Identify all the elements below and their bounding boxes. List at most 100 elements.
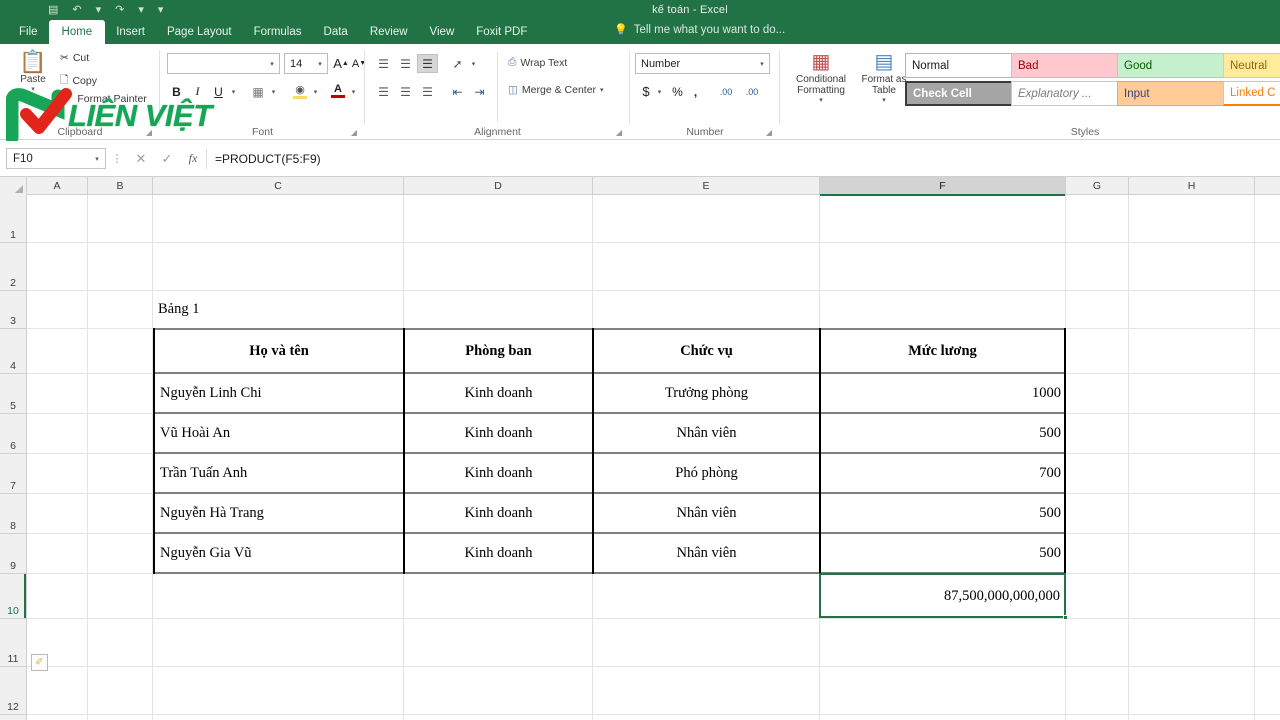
format-painter-button[interactable]: 🖌 Format Painter [60, 92, 147, 106]
merge-center-button[interactable]: ◫ Merge & Center ▾ [508, 84, 604, 96]
cell-d6-dept[interactable]: Kinh doanh [405, 414, 592, 452]
column-header-a[interactable]: A [27, 177, 88, 195]
tab-file[interactable]: File [8, 21, 49, 44]
font-dialog-launcher[interactable]: ◢ [351, 128, 357, 137]
italic-button[interactable]: I [188, 82, 207, 101]
cell-f9-salary[interactable]: 500 [821, 534, 1064, 572]
tab-data[interactable]: Data [313, 21, 359, 44]
increase-decimal-button[interactable]: .00 [714, 82, 738, 101]
style-linked-cell[interactable]: Linked C [1223, 81, 1280, 106]
style-explanatory[interactable]: Explanatory ... [1011, 81, 1124, 106]
conditional-formatting-button[interactable]: ▦ Conditional Formatting ▾ [790, 50, 852, 104]
select-all-corner[interactable] [0, 177, 27, 195]
tab-insert[interactable]: Insert [105, 21, 156, 44]
font-name-combo[interactable]: ▾ [167, 53, 280, 74]
style-good[interactable]: Good [1117, 53, 1230, 78]
tab-home[interactable]: Home [48, 20, 106, 44]
fill-color-button[interactable]: ◉ [290, 80, 310, 101]
name-box[interactable]: F10 ▾ [6, 148, 106, 169]
align-right-button[interactable]: ☰ [417, 82, 438, 101]
column-header-g[interactable]: G [1066, 177, 1129, 195]
column-header-f[interactable]: F [820, 177, 1066, 196]
cell-e7-position[interactable]: Phó phòng [594, 454, 819, 492]
style-input[interactable]: Input [1117, 81, 1230, 106]
formula-input[interactable]: =PRODUCT(F5:F9) [207, 148, 1280, 170]
row-header-6[interactable]: 6 [0, 414, 27, 454]
row-header-5[interactable]: 5 [0, 374, 27, 414]
align-top-button[interactable]: ☰ [373, 54, 394, 73]
cell-c3-table-title[interactable]: Bảng 1 [153, 291, 403, 328]
align-middle-button[interactable]: ☰ [395, 54, 416, 73]
cell-f6-salary[interactable]: 500 [821, 414, 1064, 452]
row-header-11[interactable]: 11 [0, 619, 27, 667]
cell-e9-position[interactable]: Nhân viên [594, 534, 819, 572]
cell-d5-dept[interactable]: Kinh doanh [405, 374, 592, 412]
cell-f8-salary[interactable]: 500 [821, 494, 1064, 532]
cell-f7-salary[interactable]: 700 [821, 454, 1064, 492]
cell-e4-header-position[interactable]: Chức vụ [594, 330, 819, 372]
orientation-button[interactable]: ➚ [447, 54, 468, 73]
cell-d4-header-dept[interactable]: Phòng ban [405, 330, 592, 372]
style-neutral[interactable]: Neutral [1223, 53, 1280, 78]
chevron-down-icon[interactable]: ▾ [89, 155, 105, 163]
cell-d8-dept[interactable]: Kinh doanh [405, 494, 592, 532]
alignment-dialog-launcher[interactable]: ◢ [616, 128, 622, 137]
style-normal[interactable]: Normal [905, 53, 1018, 78]
cell-e6-position[interactable]: Nhân viên [594, 414, 819, 452]
clipboard-dialog-launcher[interactable]: ◢ [146, 128, 152, 137]
row-header-2[interactable]: 2 [0, 243, 27, 291]
font-color-caret[interactable]: ▾ [348, 82, 359, 101]
orientation-caret[interactable]: ▾ [468, 54, 479, 73]
align-bottom-button[interactable]: ☰ [417, 54, 438, 73]
cell-d7-dept[interactable]: Kinh doanh [405, 454, 592, 492]
cell-c5-name[interactable]: Nguyễn Linh Chi [155, 374, 403, 412]
currency-format-button[interactable]: $ [638, 82, 654, 101]
bold-button[interactable]: B [167, 82, 186, 101]
underline-caret[interactable]: ▾ [228, 82, 239, 101]
cell-e8-position[interactable]: Nhân viên [594, 494, 819, 532]
chevron-down-icon[interactable]: ▾ [600, 86, 604, 94]
insert-function-button[interactable]: fx [180, 151, 206, 166]
column-header-h[interactable]: H [1129, 177, 1255, 195]
number-format-combo[interactable]: Number ▾ [635, 53, 770, 74]
font-size-combo[interactable]: 14 ▾ [284, 53, 328, 74]
chevron-down-icon[interactable]: ▾ [790, 96, 852, 104]
cell-c6-name[interactable]: Vũ Hoài An [155, 414, 403, 452]
row-header-3[interactable]: 3 [0, 291, 27, 329]
cell-c7-name[interactable]: Trần Tuấn Anh [155, 454, 403, 492]
cell-c9-name[interactable]: Nguyễn Gia Vũ [155, 534, 403, 572]
cell-e5-position[interactable]: Trưởng phòng [594, 374, 819, 412]
underline-button[interactable]: U [209, 82, 228, 101]
wrap-text-button[interactable]: ⎙ Wrap Text [508, 56, 567, 69]
confirm-entry-button[interactable]: ✓ [154, 151, 180, 167]
paste-options-icon[interactable]: ✐ [31, 654, 48, 671]
fill-handle[interactable] [1063, 615, 1068, 620]
decrease-indent-button[interactable]: ⇤ [447, 82, 468, 101]
row-header-7[interactable]: 7 [0, 454, 27, 494]
increase-font-size-button[interactable]: A ▲ [332, 53, 350, 74]
font-color-button[interactable]: A [328, 80, 348, 101]
borders-button[interactable]: ▦ [248, 82, 268, 101]
increase-indent-button[interactable]: ⇥ [469, 82, 490, 101]
column-header-e[interactable]: E [593, 177, 820, 195]
tab-foxit-pdf[interactable]: Foxit PDF [465, 21, 538, 44]
tab-formulas[interactable]: Formulas [243, 21, 313, 44]
align-left-button[interactable]: ☰ [373, 82, 394, 101]
tell-me-box[interactable]: 💡 Tell me what you want to do... [614, 23, 785, 37]
number-dialog-launcher[interactable]: ◢ [766, 128, 772, 137]
tab-page-layout[interactable]: Page Layout [156, 21, 243, 44]
row-header-8[interactable]: 8 [0, 494, 27, 534]
row-header-10[interactable]: 10 [0, 574, 27, 619]
row-header-1[interactable]: 1 [0, 195, 27, 243]
cell-area[interactable]: Bảng 1 Họ và tên Phòng ban Chức vụ Mức l… [27, 195, 1280, 720]
cell-c4-header-name[interactable]: Họ và tên [155, 330, 403, 372]
format-as-table-button[interactable]: ▤ Format as Table ▾ [856, 50, 912, 104]
cancel-entry-button[interactable]: ✕ [128, 151, 154, 167]
cell-f10-result[interactable]: 87,500,000,000,000 [821, 575, 1063, 617]
style-check-cell[interactable]: Check Cell [905, 81, 1018, 106]
copy-button[interactable]: 🗋 Copy [60, 72, 97, 90]
column-header-c[interactable]: C [153, 177, 404, 195]
tab-view[interactable]: View [419, 21, 466, 44]
percent-format-button[interactable]: % [669, 82, 686, 101]
align-center-button[interactable]: ☰ [395, 82, 416, 101]
